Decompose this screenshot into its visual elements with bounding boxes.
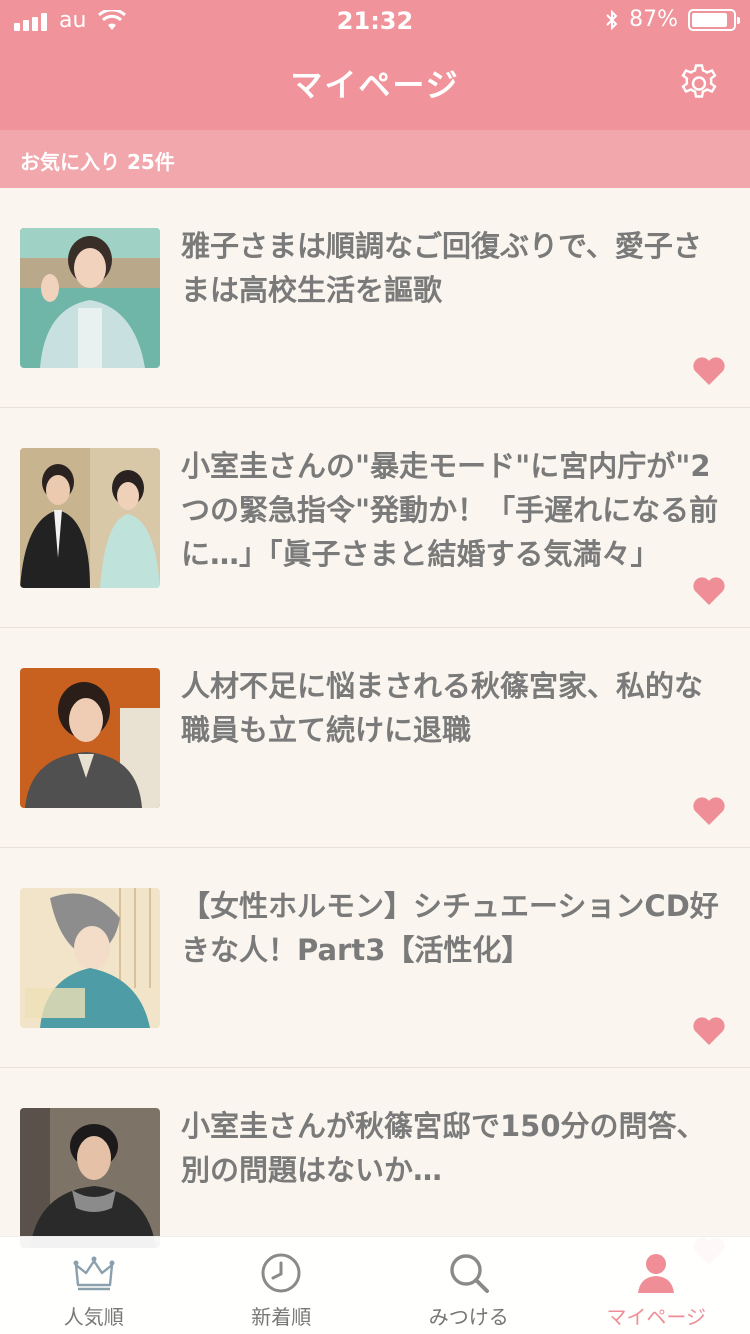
heart-icon[interactable]: [692, 796, 726, 826]
clock-icon: [261, 1253, 301, 1293]
article-thumbnail: [20, 888, 160, 1028]
article-title: 雅子さまは順調なご回復ぶりで、愛子さまは高校生活を謳歌: [181, 229, 702, 307]
tab-mypage[interactable]: マイページ: [563, 1237, 750, 1334]
tab-bar: 人気順 新着順 みつける マイページ: [0, 1236, 750, 1334]
article-title: 小室圭さんが秋篠宮邸で150分の問答、別の問題はないか…: [181, 1109, 706, 1187]
article-title: 人材不足に悩まされる秋篠宮家、私的な職員も立て続けに退職: [181, 669, 704, 747]
battery-icon: [688, 8, 740, 31]
article-list: 雅子さまは順調なご回復ぶりで、愛子さまは高校生活を謳歌 小室圭さんの"暴走モード…: [0, 188, 750, 1288]
list-item[interactable]: 小室圭さんの"暴走モード"に宮内庁が"2つの緊急指令"発動か！「手遅れになる前に…: [0, 408, 750, 628]
list-item[interactable]: 雅子さまは順調なご回復ぶりで、愛子さまは高校生活を謳歌: [0, 188, 750, 408]
tab-popular[interactable]: 人気順: [0, 1237, 188, 1334]
tab-label: 人気順: [63, 1305, 124, 1329]
tab-discover[interactable]: みつける: [375, 1237, 563, 1334]
favorites-count: お気に入り 25件: [0, 130, 750, 188]
list-item[interactable]: 人材不足に悩まされる秋篠宮家、私的な職員も立て続けに退職: [0, 628, 750, 848]
tab-label: マイページ: [606, 1305, 707, 1329]
page-title: マイページ: [290, 66, 460, 104]
bluetooth-icon: [606, 9, 618, 30]
heart-icon[interactable]: [692, 1016, 726, 1046]
battery-percent: 87%: [629, 7, 678, 32]
gear-icon[interactable]: [678, 62, 720, 104]
tab-label: 新着順: [251, 1305, 312, 1329]
list-item[interactable]: 【女性ホルモン】シチュエーションCD好きな人！Part3【活性化】: [0, 848, 750, 1068]
article-thumbnail: [20, 1108, 160, 1248]
header-bar: au 21:32 87% マイページ: [0, 0, 750, 130]
status-bar: au 21:32 87%: [0, 0, 750, 40]
heart-icon[interactable]: [692, 356, 726, 386]
article-thumbnail: [20, 448, 160, 588]
tab-label: みつける: [428, 1305, 509, 1329]
person-icon: [638, 1254, 675, 1293]
search-icon: [450, 1254, 489, 1293]
heart-icon[interactable]: [692, 576, 726, 606]
crown-icon: [73, 1256, 115, 1291]
article-thumbnail: [20, 668, 160, 808]
article-title: 【女性ホルモン】シチュエーションCD好きな人！Part3【活性化】: [181, 889, 719, 967]
article-thumbnail: [20, 228, 160, 368]
article-title: 小室圭さんの"暴走モード"に宮内庁が"2つの緊急指令"発動か！「手遅れになる前に…: [181, 449, 719, 571]
tab-newest[interactable]: 新着順: [188, 1237, 376, 1334]
